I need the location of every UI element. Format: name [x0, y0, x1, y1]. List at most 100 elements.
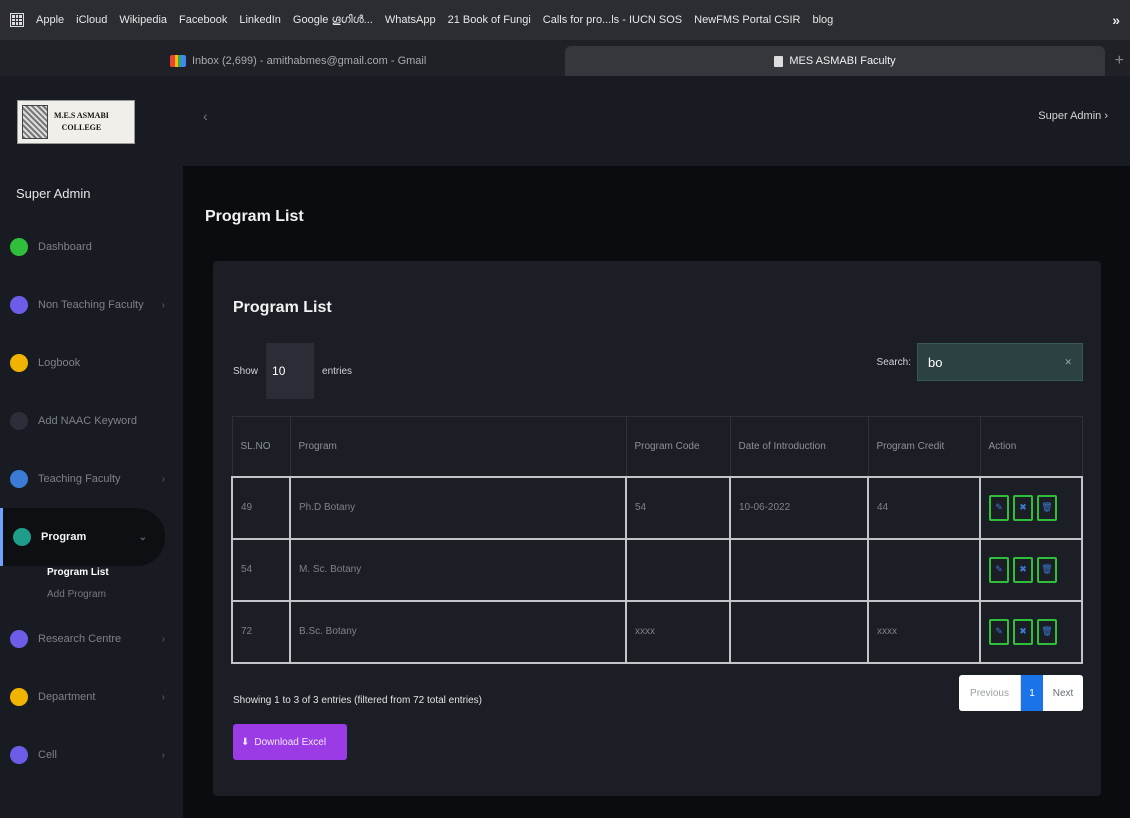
program-submenu: Program List Add Program: [0, 562, 183, 606]
menu-bullet-icon: [10, 630, 28, 648]
sidebar-item-non-teaching-faculty[interactable]: Non Teaching Faculty ›: [0, 276, 183, 334]
browser-tabs: Inbox (2,699) - amithabmes@gmail.com - G…: [0, 40, 1130, 76]
tab-mes-title: MES ASMABI Faculty: [789, 55, 896, 67]
sidebar-item-research-centre[interactable]: Research Centre ›: [0, 610, 183, 668]
submenu-add-program[interactable]: Add Program: [47, 584, 183, 606]
new-tab-button[interactable]: +: [1115, 52, 1124, 70]
crest-icon: [22, 105, 48, 139]
menu-bullet-icon: [10, 354, 28, 372]
previous-page-button[interactable]: Previous: [959, 675, 1021, 711]
delete-icon[interactable]: ✖: [1013, 556, 1033, 583]
sidebar-item-cell[interactable]: Cell ›: [0, 726, 183, 784]
sidebar-item-label: Department: [38, 691, 96, 703]
table-cell: [729, 599, 869, 664]
table-cell: [867, 537, 981, 602]
col-date-introduction[interactable]: Date of Introduction: [729, 416, 869, 477]
bookmark-fungi[interactable]: 21 Book of Fungi: [448, 14, 531, 26]
edit-icon[interactable]: ✎: [989, 556, 1009, 583]
chevron-icon: ›: [161, 299, 165, 311]
action-cell: ✎ ✖ 🗑: [979, 537, 1083, 602]
sidebar-item-department[interactable]: Department ›: [0, 668, 183, 726]
sidebar-item-dashboard[interactable]: Dashboard: [0, 218, 183, 276]
search-input[interactable]: bo ✕: [917, 343, 1083, 381]
tab-mes-faculty[interactable]: MES ASMABI Faculty: [565, 46, 1105, 76]
menu-bullet-icon: [10, 688, 28, 706]
col-program[interactable]: Program: [289, 416, 627, 477]
table-cell: M. Sc. Botany: [289, 537, 627, 602]
delete-icon[interactable]: ✖: [1013, 494, 1033, 521]
table-cell: Ph.D Botany: [289, 475, 627, 540]
table-cell: 44: [867, 475, 981, 540]
sidebar-item-add-naac-keyword[interactable]: Add NAAC Keyword: [0, 392, 183, 450]
sidebar-menu: Dashboard Non Teaching Faculty › Logbook Add…: [0, 218, 183, 784]
bookmark-icloud[interactable]: iCloud: [76, 14, 107, 26]
sidebar-user-name: Super Admin: [16, 186, 91, 201]
download-label: Download Excel: [254, 736, 327, 748]
table-row: 54 M. Sc. Botany ✎ ✖ 🗑: [231, 537, 1083, 602]
apps-grid-icon[interactable]: [10, 13, 24, 27]
bookmark-blog[interactable]: blog: [812, 14, 833, 26]
table-cell: xxxx: [625, 599, 731, 664]
table-cell: B.Sc. Botany: [289, 599, 627, 664]
bookmark-google[interactable]: Google ഗൂഗിൾ...: [293, 14, 373, 27]
edit-icon[interactable]: ✎: [989, 618, 1009, 645]
bookmark-linkedin[interactable]: LinkedIn: [239, 14, 281, 26]
sidebar-item-label: Program: [41, 531, 87, 543]
sidebar-item-teaching-faculty[interactable]: Teaching Faculty ›: [0, 450, 183, 508]
menu-bullet-icon: [10, 470, 28, 488]
menu-bullet-icon: [10, 746, 28, 764]
trash-icon[interactable]: 🗑: [1037, 618, 1057, 645]
delete-icon[interactable]: ✖: [1013, 618, 1033, 645]
menu-bullet-icon: [10, 296, 28, 314]
program-table: SL.NO Program Program Code Date of Intro…: [231, 416, 1083, 664]
download-excel-button[interactable]: ⬇ Download Excel: [233, 724, 347, 760]
bookmarks-bar: Apple iCloud Wikipedia Facebook LinkedIn…: [0, 0, 1130, 40]
gmail-icon: [170, 55, 186, 67]
chevron-icon: ›: [161, 633, 165, 645]
table-cell: 49: [231, 475, 291, 540]
chevron-icon: ›: [161, 749, 165, 761]
edit-icon[interactable]: ✎: [989, 494, 1009, 521]
entries-length-control: Show 10 entries: [233, 343, 352, 399]
table-info: Showing 1 to 3 of 3 entries (filtered fr…: [233, 695, 483, 706]
table-row: 49 Ph.D Botany 54 10-06-2022 44 ✎ ✖ 🗑: [231, 475, 1083, 540]
entries-select[interactable]: 10: [266, 343, 315, 399]
card-title: Program List: [233, 299, 332, 316]
bookmark-whatsapp[interactable]: WhatsApp: [385, 14, 436, 26]
col-slno[interactable]: SL.NO: [231, 416, 291, 477]
table-cell: [625, 537, 731, 602]
search-value: bo: [928, 354, 943, 370]
col-program-credit[interactable]: Program Credit: [867, 416, 981, 477]
logo-line-2: COLLEGE: [61, 123, 102, 132]
action-cell: ✎ ✖ 🗑: [979, 599, 1083, 664]
bookmark-wikipedia[interactable]: Wikipedia: [119, 14, 167, 26]
sidebar-item-label: Cell: [38, 749, 57, 761]
sidebar-item-program[interactable]: Program ⌄: [0, 508, 165, 566]
top-bar: ‹ Super Admin ›: [183, 76, 1130, 166]
collapse-sidebar-icon[interactable]: ‹: [203, 108, 208, 124]
col-program-code[interactable]: Program Code: [625, 416, 731, 477]
sidebar: M.E.S ASMABI COLLEGE Super Admin Dashboa…: [0, 76, 183, 818]
bookmark-csir[interactable]: NewFMS Portal CSIR: [694, 14, 800, 26]
user-menu[interactable]: Super Admin ›: [1038, 110, 1108, 122]
show-label: Show: [233, 365, 259, 377]
bookmark-apple[interactable]: Apple: [36, 14, 64, 26]
download-icon: ⬇: [241, 736, 250, 748]
page-1-button[interactable]: 1: [1021, 675, 1043, 711]
bookmarks-more-icon[interactable]: »: [1112, 12, 1120, 28]
trash-icon[interactable]: 🗑: [1037, 494, 1057, 521]
bookmark-facebook[interactable]: Facebook: [179, 14, 227, 26]
sidebar-item-logbook[interactable]: Logbook: [0, 334, 183, 392]
clear-search-icon[interactable]: ✕: [1064, 357, 1072, 368]
table-cell: 54: [231, 537, 291, 602]
table-cell: 72: [231, 599, 291, 664]
sidebar-item-label: Logbook: [38, 357, 81, 369]
bookmark-iucn[interactable]: Calls for pro...ls - IUCN SOS: [543, 14, 682, 26]
college-logo[interactable]: M.E.S ASMABI COLLEGE: [17, 100, 135, 144]
next-page-button[interactable]: Next: [1043, 675, 1083, 711]
table-cell: [729, 537, 869, 602]
trash-icon[interactable]: 🗑: [1037, 556, 1057, 583]
table-row: 72 B.Sc. Botany xxxx xxxx ✎ ✖ 🗑: [231, 599, 1083, 664]
tab-gmail[interactable]: Inbox (2,699) - amithabmes@gmail.com - G…: [160, 46, 565, 76]
tab-gmail-title: Inbox (2,699) - amithabmes@gmail.com - G…: [192, 55, 427, 67]
